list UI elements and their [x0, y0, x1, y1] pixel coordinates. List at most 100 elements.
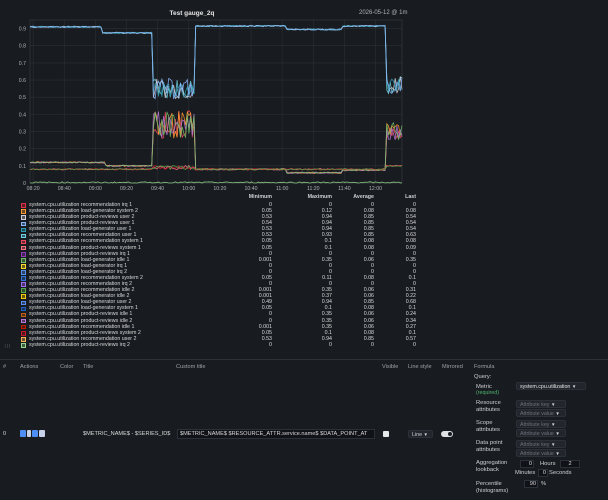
series-line — [30, 110, 403, 174]
series-color-swatch[interactable] — [21, 343, 26, 348]
chart-timestamp: 2026-05-12 @ 1m — [359, 10, 408, 16]
legend-header: Minimum Maximum Average Last — [20, 194, 416, 202]
y-tick-label: 0.7 — [19, 61, 26, 67]
x-tick-label: 08:40 — [58, 186, 71, 192]
aggregation-lookback-label: Aggregation lookback — [476, 460, 508, 473]
chart-title: Test gauge_2q — [169, 10, 215, 17]
scope-attr-value-select[interactable]: Attribute value ▼ — [516, 429, 566, 437]
x-tick-label: 09:00 — [89, 186, 102, 192]
datapoint-attr-value-select[interactable]: Attribute value ▼ — [516, 449, 566, 457]
percentile-unit: % — [541, 481, 547, 487]
custom-title-input[interactable]: $METRIC_NAME$ $RESOURCE_ATTR.service.nam… — [177, 429, 375, 439]
datapoint-attr-key-select[interactable]: Attribute key ▼ — [516, 440, 566, 448]
col-mirrored: Mirrored — [442, 364, 463, 370]
placeholder: Attribute key — [520, 442, 550, 448]
chevron-down-icon: ▼ — [550, 422, 556, 427]
datapoint-attributes-label: Data point attributes — [476, 440, 503, 453]
query-actions — [20, 430, 46, 437]
col-title: Title — [83, 364, 94, 370]
percentile-label: Percentile (histograms) — [476, 481, 509, 494]
visible-checkbox[interactable] — [383, 431, 389, 437]
y-tick-label: 0.3 — [19, 130, 26, 136]
plot-area — [29, 19, 403, 184]
col-actions: Actions — [20, 364, 39, 370]
drag-handle-icon[interactable]: ⋯ ⋯ — [4, 342, 11, 351]
seconds-input[interactable]: 0 — [538, 469, 548, 477]
series-line — [29, 110, 403, 174]
line-style-select[interactable]: Line ▼ — [408, 430, 433, 438]
x-tick-label: 09:20 — [120, 186, 133, 192]
hours-input[interactable]: 0 — [520, 460, 534, 468]
y-tick-label: 0.9 — [19, 27, 26, 33]
metric-value: system.cpu.utilization — [520, 384, 571, 390]
y-tick-label: 0.6 — [19, 78, 26, 84]
x-tick-label: 10:20 — [213, 186, 226, 192]
metric-required-label: (required) — [476, 390, 499, 396]
copy-icon[interactable] — [20, 430, 26, 437]
series-last: 0 — [413, 341, 416, 348]
chevron-down-icon: ▼ — [571, 384, 577, 389]
series-line — [29, 24, 403, 99]
placeholder: Attribute key — [520, 422, 550, 428]
x-tick-label: 11:20 — [307, 186, 320, 192]
col-formula: Formula — [474, 364, 495, 370]
series-max: 0 — [329, 341, 332, 348]
chevron-down-icon: ▼ — [550, 442, 556, 447]
placeholder: Attribute value — [520, 431, 554, 437]
series-min: 0 — [269, 341, 272, 348]
col-color: Color — [60, 364, 74, 370]
chevron-down-icon: ▼ — [555, 431, 560, 436]
chart-panel: 0.9 0.8 0.7 0.6 0.5 0.4 0.3 0.2 0.1 0 08:20 08:40 09… — [0, 0, 608, 196]
y-tick-label: 0.5 — [19, 95, 26, 101]
minutes-input[interactable]: 2 — [560, 460, 580, 468]
resource-attr-value-select[interactable]: Attribute value ▼ — [516, 409, 566, 417]
series-line — [29, 111, 403, 174]
legend-header-max[interactable]: Maximum — [276, 194, 332, 200]
col-line-style: Line style — [408, 364, 432, 370]
y-tick-label: 0.8 — [19, 44, 26, 50]
x-tick-label: 09:40 — [151, 186, 164, 192]
col-custom-title: Custom title — [176, 364, 206, 370]
chevron-down-icon: ▼ — [555, 411, 560, 416]
chevron-down-icon: ▼ — [423, 432, 428, 437]
placeholder: Attribute value — [520, 411, 554, 417]
placeholder: Attribute key — [520, 402, 550, 408]
percentile-input[interactable]: 90 — [524, 480, 538, 488]
metric-select[interactable]: system.cpu.utilization ▼ — [516, 382, 586, 390]
query-row: 0 $METRIC_NAME$ - $SERIES_ID$ $METRIC_NA… — [0, 373, 608, 500]
series-line — [29, 24, 403, 100]
divider — [0, 359, 608, 360]
legend-header-avg[interactable]: Average — [330, 194, 374, 200]
legend-header-min[interactable]: Minimum — [220, 194, 272, 200]
queries-header: # Actions Color Title Custom title Visib… — [0, 361, 608, 373]
legend-row[interactable]: system.cpu.utilization product-reviews i… — [20, 341, 416, 349]
delete-icon[interactable] — [32, 430, 38, 437]
query-label: Query: — [474, 374, 492, 380]
mirrored-toggle[interactable] — [441, 431, 453, 439]
legend-header-last[interactable]: Last — [372, 194, 416, 200]
scope-attributes-label: Scope attributes — [476, 420, 500, 433]
x-tick-label: 11:40 — [338, 186, 351, 192]
line-style-value: Line — [412, 432, 423, 438]
resource-attr-key-select[interactable]: Attribute key ▼ — [516, 400, 566, 408]
toggle-icon — [441, 431, 453, 437]
x-tick-label: 10:00 — [182, 186, 195, 192]
placeholder: Attribute value — [520, 451, 554, 457]
time-series-chart[interactable]: 0.90.80.70.60.50.40.30.20.1008:20 08:40 09… — [0, 0, 608, 196]
y-tick-label: 0.2 — [19, 147, 26, 153]
x-tick-label: 08:20 — [27, 186, 40, 192]
series-line — [29, 24, 403, 100]
series-line — [29, 110, 403, 174]
x-tick-label: 10:40 — [245, 186, 258, 192]
query-index: 0 — [3, 431, 7, 437]
y-tick-label: 0.1 — [19, 164, 26, 170]
scope-attr-key-select[interactable]: Attribute key ▼ — [516, 420, 566, 428]
query-title[interactable]: $METRIC_NAME$ - $SERIES_ID$ — [83, 431, 170, 437]
chevron-down-icon: ▼ — [550, 402, 556, 407]
seconds-label: Seconds — [549, 470, 572, 476]
resource-attributes-label: Resource attributes — [476, 400, 501, 413]
col-visible: Visible — [382, 364, 399, 370]
duplicate-icon[interactable] — [39, 430, 45, 437]
move-up-down-icon[interactable] — [27, 430, 31, 437]
x-tick-label: 11:00 — [276, 186, 289, 192]
